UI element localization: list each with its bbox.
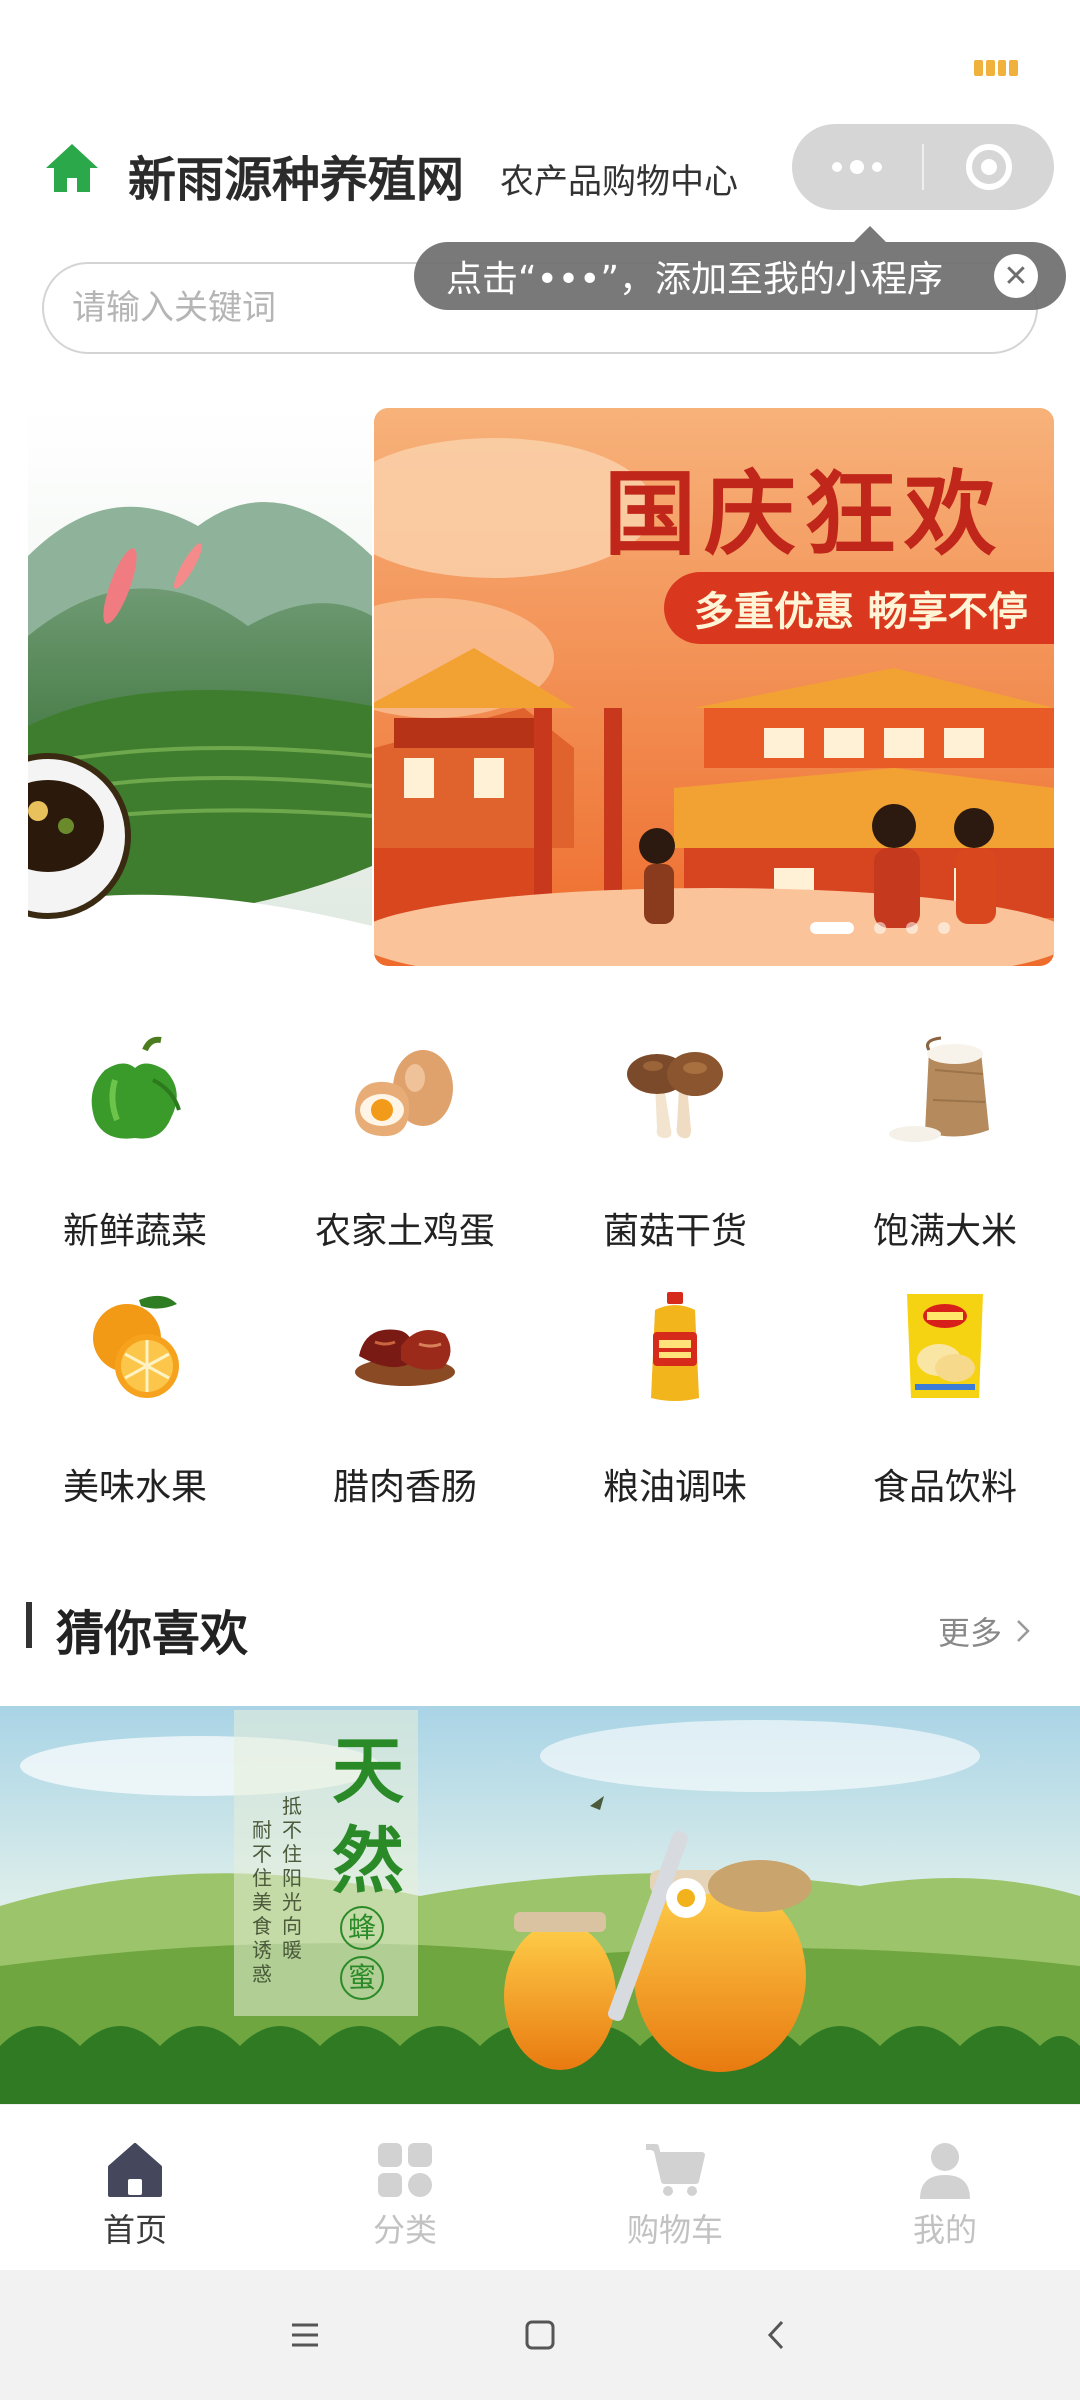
honey-banner-badge-2: 蜜: [340, 1956, 384, 2000]
menu-icon[interactable]: [280, 2310, 330, 2360]
tab-category[interactable]: 分类: [270, 2105, 540, 2270]
category-fruits[interactable]: 美味水果: [0, 1286, 270, 1526]
honey-banner-badge-1: 蜂: [340, 1906, 384, 1950]
miniprogram-capsule: [792, 124, 1054, 210]
tooltip-text: 点击“•••”，添加至我的小程序: [446, 259, 944, 300]
carousel-indicators: [810, 922, 950, 934]
tab-cart[interactable]: 购物车: [540, 2105, 810, 2270]
category-label: 农家土鸡蛋: [314, 1211, 495, 1252]
category-label: 菌菇干货: [602, 1211, 747, 1252]
back-icon[interactable]: [752, 2310, 802, 2360]
banner-ribbon: 多重优惠 畅享不停: [664, 572, 1054, 644]
more-dots-icon: [832, 160, 882, 174]
category-vegetables[interactable]: 新鲜蔬菜: [0, 1030, 270, 1270]
indicator-dot-1[interactable]: [810, 922, 854, 934]
category-mushrooms[interactable]: 菌菇干货: [540, 1030, 810, 1270]
more-link-label: 更多: [937, 1614, 1002, 1652]
category-label: 饱满大米: [872, 1211, 1017, 1252]
rice-sack-icon: [889, 1036, 989, 1142]
mushroom-icon: [627, 1052, 723, 1139]
header: 新雨源种养殖网 农产品购物中心: [0, 110, 1080, 230]
category-cured-meat[interactable]: 腊肉香肠: [270, 1286, 540, 1526]
cured-meat-icon: [355, 1329, 455, 1386]
cart-icon: [646, 2144, 705, 2196]
banner-carousel[interactable]: 国庆狂欢 多重优惠 畅享不停: [0, 406, 1080, 968]
page: 新雨源种养殖网 农产品购物中心 点击“•••”，添加至我的小程序 ✕: [0, 0, 1080, 2400]
mountain-tea-image: [28, 406, 372, 966]
category-oil-seasoning[interactable]: 粮油调味: [540, 1286, 810, 1526]
orange-icon: [93, 1295, 179, 1398]
tab-label: 首页: [102, 2211, 167, 2249]
chevron-right-icon: [1017, 1620, 1030, 1642]
category-eggs[interactable]: 农家土鸡蛋: [270, 1030, 540, 1270]
category-label: 腊肉香肠: [332, 1467, 477, 1508]
app-title: 新雨源种养殖网: [128, 152, 465, 208]
home-logo-icon: [46, 144, 98, 192]
tab-label: 购物车: [626, 2211, 723, 2249]
category-label: 食品饮料: [872, 1467, 1017, 1508]
battery-icon: [974, 60, 1018, 76]
tab-profile[interactable]: 我的: [810, 2105, 1080, 2270]
green-pepper-icon: [91, 1036, 181, 1139]
indicator-dot-2[interactable]: [874, 922, 886, 934]
indicator-dot-4[interactable]: [938, 922, 950, 934]
more-link[interactable]: 更多: [938, 1608, 1030, 1654]
banner-slide-national-day[interactable]: 国庆狂欢 多重优惠 畅享不停: [374, 408, 1054, 966]
category-label: 粮油调味: [602, 1467, 747, 1508]
category-food-drinks[interactable]: 食品饮料: [810, 1286, 1080, 1526]
category-label: 新鲜蔬菜: [62, 1211, 207, 1252]
more-menu-button[interactable]: [792, 124, 922, 210]
tab-label: 分类: [372, 2211, 437, 2249]
tab-home[interactable]: 首页: [0, 2105, 270, 2270]
category-label: 美味水果: [62, 1467, 207, 1508]
category-grid-icon: [378, 2143, 432, 2197]
section-accent-bar: [26, 1602, 32, 1648]
system-nav-bar: [0, 2270, 1080, 2400]
eggs-icon: [355, 1050, 453, 1137]
user-icon: [920, 2143, 970, 2199]
add-miniprogram-tooltip: 点击“•••”，添加至我的小程序 ✕: [414, 226, 1066, 310]
honey-banner-poem-1: 抵不住阳光向暖: [282, 1794, 302, 1962]
recommend-section-header: 猜你喜欢 更多: [0, 1586, 1080, 1666]
home-icon: [108, 2143, 162, 2197]
chips-bag-icon: [907, 1294, 983, 1398]
honey-banner-poem-2: 耐不住美食诱惑: [252, 1818, 272, 1986]
cooking-oil-icon: [651, 1292, 699, 1401]
banner-title: 国庆狂欢: [604, 460, 1005, 568]
category-rice[interactable]: 饱满大米: [810, 1030, 1080, 1270]
app-subtitle: 农产品购物中心: [500, 162, 738, 202]
target-icon: [966, 144, 1012, 190]
honey-promo-banner[interactable]: 天然 蜂 蜜 抵不住阳光向暖 耐不住美食诱惑: [0, 1706, 1080, 2106]
section-title: 猜你喜欢: [56, 1606, 249, 1662]
close-miniprogram-button[interactable]: [924, 124, 1054, 210]
home-square-icon[interactable]: [515, 2310, 565, 2360]
banner-slide-previous[interactable]: [28, 406, 372, 966]
tab-label: 我的: [912, 2211, 977, 2249]
bottom-tab-bar: 首页 分类 购物车 我的: [0, 2104, 1080, 2270]
tooltip-close-button[interactable]: ✕: [994, 254, 1038, 298]
indicator-dot-3[interactable]: [906, 922, 918, 934]
honey-banner-title: 天然: [331, 1728, 404, 1903]
status-bar: [0, 0, 1080, 110]
category-grid: 新鲜蔬菜 农家土鸡蛋 菌菇干货 饱满大米 美味水果 腊肉香肠 粮油调味 食品饮料: [0, 1030, 1080, 1550]
honey-meadow-image: [0, 1706, 1080, 2106]
